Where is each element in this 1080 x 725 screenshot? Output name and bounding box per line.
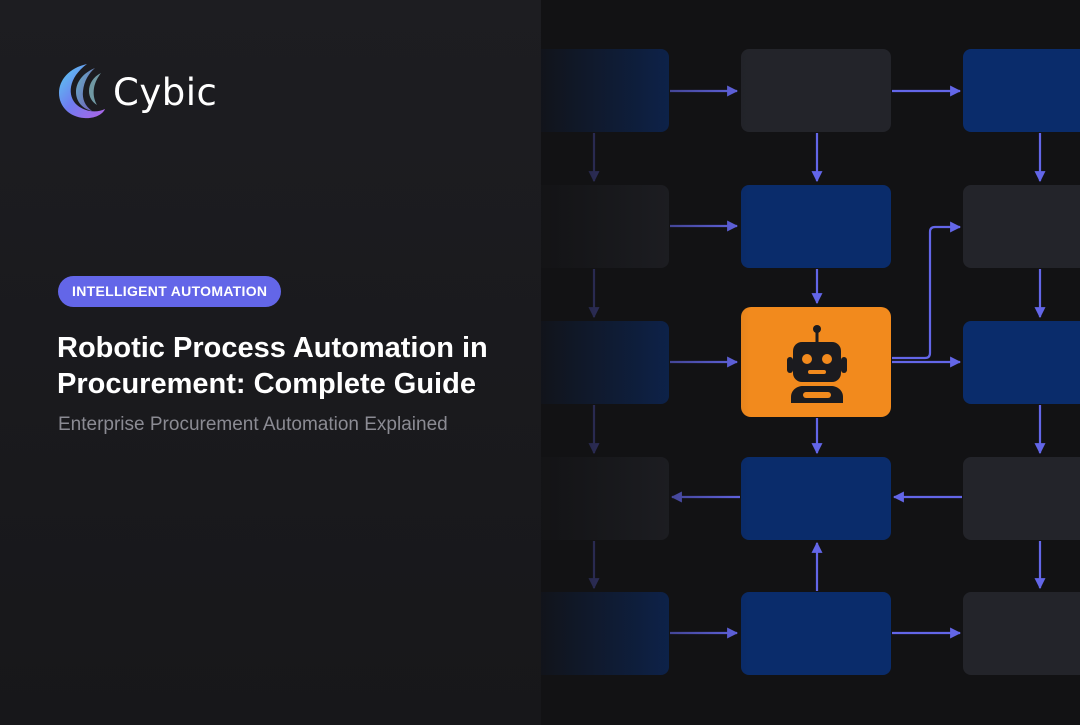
page-subtitle: Enterprise Procurement Automation Explai…	[58, 414, 448, 435]
page-title: Robotic Process Automation in Procuremen…	[57, 332, 488, 400]
crescent-swirl-logo-icon	[59, 64, 105, 119]
brand-name: Cybic	[113, 70, 218, 114]
process-flow-diagram	[541, 0, 1080, 725]
brand-logo[interactable]: Cybic	[57, 62, 217, 120]
hero-banner: Cybic INTELLIGENT AUTOMATION Robotic Pro…	[0, 0, 1080, 725]
flow-connectors	[588, 85, 1046, 639]
category-badge: INTELLIGENT AUTOMATION	[58, 276, 282, 307]
text-panel: Cybic INTELLIGENT AUTOMATION Robotic Pro…	[0, 0, 541, 725]
flow-arrow	[892, 221, 962, 360]
